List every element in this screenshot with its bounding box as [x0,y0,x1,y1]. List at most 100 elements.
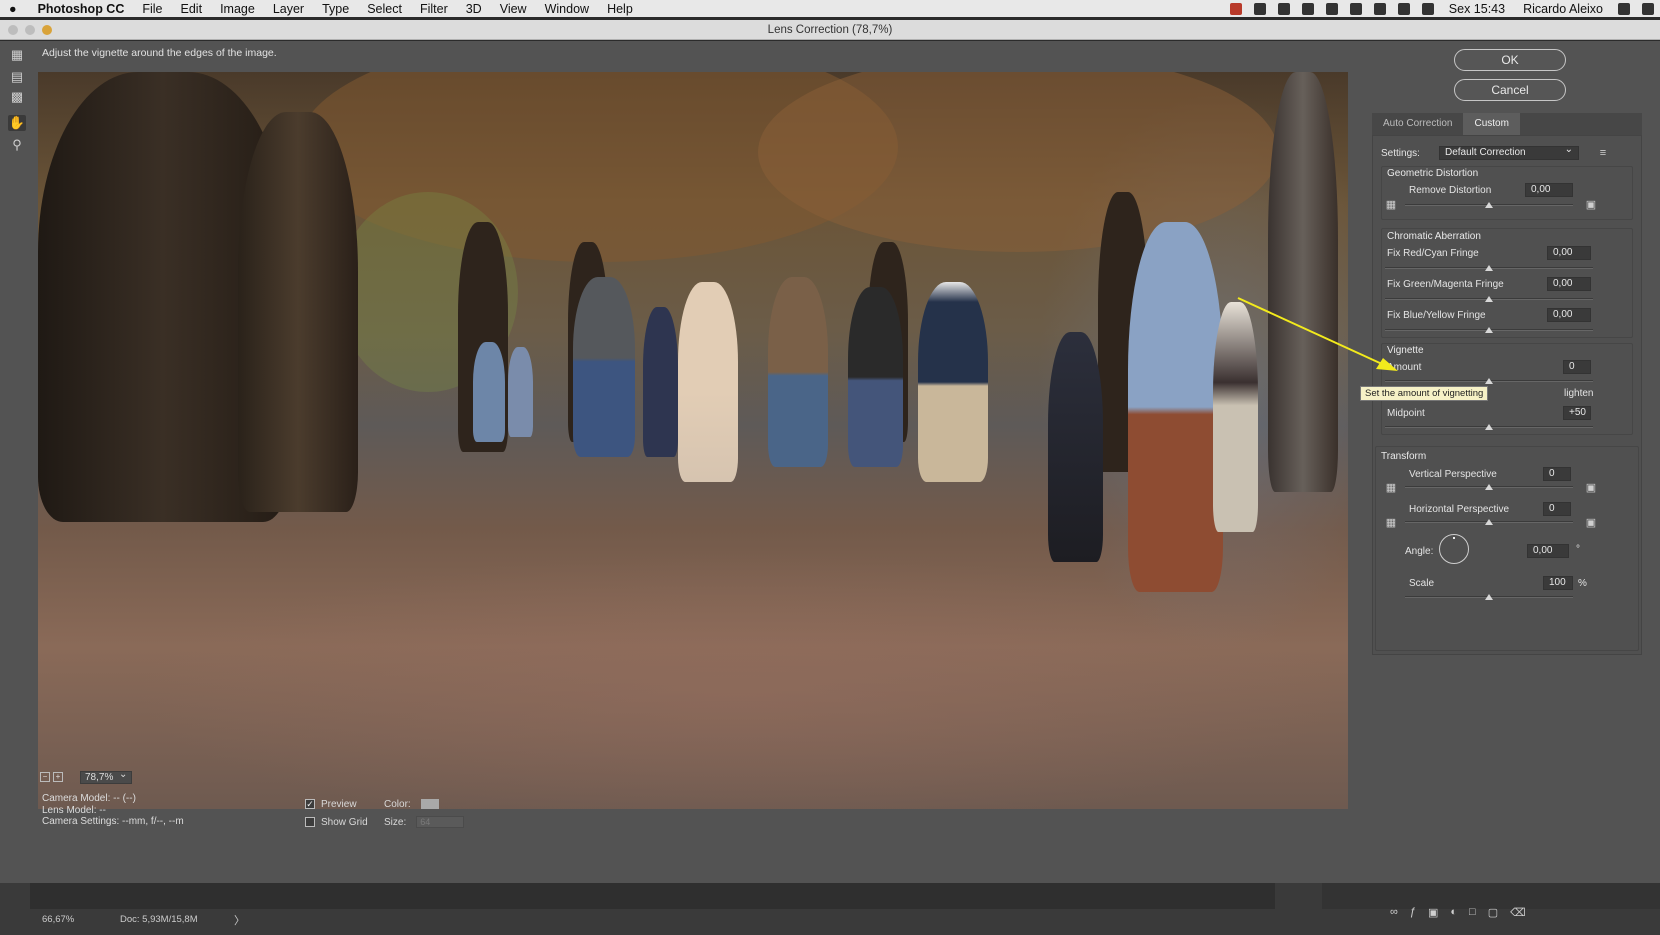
clock[interactable]: Sex 15:43 [1440,2,1514,16]
dropbox-icon[interactable] [1253,2,1266,15]
menu-view[interactable]: View [491,2,536,16]
scale-unit: % [1578,578,1587,589]
vertical-perspective-field[interactable]: 0 [1543,467,1571,481]
menu-layer[interactable]: Layer [264,2,313,16]
bluetooth-icon[interactable] [1421,2,1434,15]
hand-tool-icon[interactable]: ✋ [8,115,26,131]
settings-dropdown[interactable]: Default Correction [1439,144,1579,160]
tab-auto-correction[interactable]: Auto Correction [1372,113,1463,135]
time-machine-icon[interactable] [1397,2,1410,15]
menu-type[interactable]: Type [313,2,358,16]
lens-correction-dialog: ▦ ▤ ▩ ✋ ⚲ Adjust the vignette around the… [0,41,1660,883]
fix-red-cyan-thumb[interactable] [1485,265,1493,271]
pincushion-icon: ▦ [1385,199,1397,211]
vertical-perspective-plus-icon: ▣ [1585,482,1597,494]
grid-size-field[interactable]: 64 [416,816,465,828]
vignette-amount-field[interactable]: 0 [1563,360,1591,374]
document-zoom[interactable]: 66,67% [42,914,74,925]
dialog-titlebar: Lens Correction (78,7%) [0,20,1660,40]
new-layer-icon[interactable]: ▢ [1488,906,1498,919]
vignette-midpoint-field[interactable]: +50 [1563,406,1591,420]
app-status-icon[interactable] [1229,2,1242,15]
angle-dial[interactable] [1439,534,1469,564]
apple-menu-icon[interactable]: ● [0,2,26,16]
straighten-tool-icon[interactable]: ▤ [8,69,26,85]
scale-label: Scale [1409,578,1435,589]
vignette-tooltip: Set the amount of vignetting [1360,386,1489,401]
preview-label: Preview [321,798,357,810]
zoom-in-button[interactable]: + [53,772,63,782]
zoom-window-button[interactable] [42,25,52,35]
menu-select[interactable]: Select [358,2,411,16]
adjustment-layer-icon[interactable]: ◐ [1450,906,1457,919]
zoom-tool-icon[interactable]: ⚲ [8,137,26,153]
vignette-midpoint-label: Midpoint [1387,408,1425,419]
close-window-button[interactable] [8,25,18,35]
menu-image[interactable]: Image [211,2,264,16]
user-name[interactable]: Ricardo Aleixo [1514,2,1612,16]
fix-blue-yellow-thumb[interactable] [1485,327,1493,333]
settings-label: Settings: [1381,148,1420,159]
fix-green-magenta-thumb[interactable] [1485,296,1493,302]
cancel-button[interactable]: Cancel [1454,79,1566,101]
zoom-out-button[interactable]: − [40,772,50,782]
tab-custom[interactable]: Custom [1463,113,1520,135]
fix-green-magenta-field[interactable]: 0,00 [1547,277,1591,291]
vignette-amount-thumb[interactable] [1485,378,1493,384]
horizontal-perspective-thumb[interactable] [1485,519,1493,525]
vignette-amount-label: Amount [1387,362,1422,373]
sync-icon[interactable] [1325,2,1338,15]
delete-layer-icon[interactable]: ⌫ [1510,906,1526,919]
geometric-distortion-title: Geometric Distortion [1387,168,1479,179]
cloud-icon[interactable] [1277,2,1290,15]
menu-help[interactable]: Help [598,2,642,16]
remove-distortion-tool-icon[interactable]: ▦ [8,47,26,63]
fix-blue-yellow-field[interactable]: 0,00 [1547,308,1591,322]
grid-color-swatch[interactable] [420,799,439,809]
zoom-controls: − + 78,7% [40,769,133,784]
move-grid-tool-icon[interactable]: ▩ [8,89,26,105]
vertical-perspective-thumb[interactable] [1485,484,1493,490]
horizontal-perspective-minus-icon: ▦ [1385,517,1397,529]
ok-button[interactable]: OK [1454,49,1566,71]
remove-distortion-field[interactable]: 0,00 [1525,183,1573,197]
vignette-midpoint-thumb[interactable] [1485,424,1493,430]
zoom-level-select[interactable]: 78,7% [80,769,133,784]
vignette-title: Vignette [1387,345,1424,356]
fix-red-cyan-field[interactable]: 0,00 [1547,246,1591,260]
creative-cloud-icon[interactable] [1301,2,1314,15]
scale-field[interactable]: 100 [1543,576,1573,590]
angle-field[interactable]: 0,00 [1527,544,1569,558]
lens-model: Lens Model: -- [42,804,106,816]
volume-icon[interactable] [1373,2,1386,15]
remove-distortion-thumb[interactable] [1485,202,1493,208]
grid-options: Color: Size: 64 [384,795,465,831]
show-grid-checkbox[interactable] [305,817,315,827]
menu-file[interactable]: File [133,2,171,16]
document-size: Doc: 5,93M/15,8M [120,914,198,925]
preview-photo [38,72,1348,809]
preview-canvas[interactable] [38,72,1348,809]
minimize-window-button[interactable] [25,25,35,35]
spotlight-search-icon[interactable] [1618,2,1630,15]
menu-filter[interactable]: Filter [411,2,457,16]
wifi-icon[interactable] [1349,2,1362,15]
vertical-perspective-minus-icon: ▦ [1385,482,1397,494]
lighten-label: lighten [1564,388,1594,399]
link-layers-icon[interactable]: ∞ [1390,906,1398,919]
settings-menu-icon[interactable]: ≡ [1597,147,1609,159]
layer-mask-icon[interactable]: ▣ [1428,906,1438,919]
notification-center-icon[interactable] [1642,2,1654,15]
menu-window[interactable]: Window [536,2,598,16]
correction-tabs: Auto Correction Custom [1372,113,1642,135]
new-group-icon[interactable]: □ [1469,906,1476,919]
scale-thumb[interactable] [1485,594,1493,600]
preview-checkbox[interactable]: ✓ [305,799,315,809]
horizontal-perspective-field[interactable]: 0 [1543,502,1571,516]
layer-style-icon[interactable]: ƒ [1410,906,1416,919]
horizontal-perspective-plus-icon: ▣ [1585,517,1597,529]
menu-3d[interactable]: 3D [457,2,491,16]
status-menu-caret[interactable]: 〉 [234,912,245,928]
menu-edit[interactable]: Edit [172,2,212,16]
app-menu[interactable]: Photoshop CC [26,2,134,16]
